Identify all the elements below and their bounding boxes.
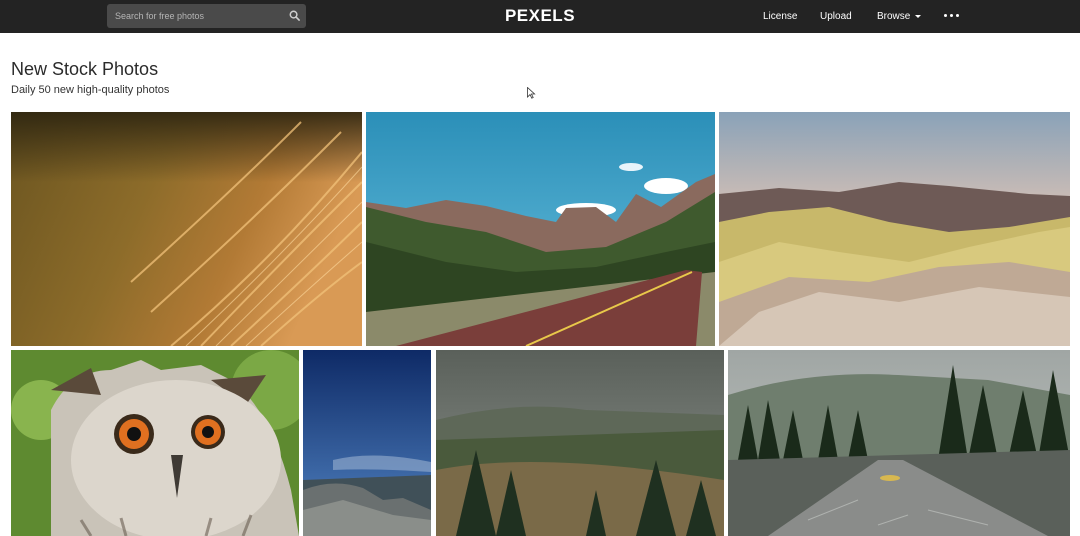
mouse-cursor-icon	[527, 87, 536, 99]
page-title: New Stock Photos	[11, 59, 159, 79]
nav-upload-link[interactable]: Upload	[820, 9, 852, 25]
more-dots-icon[interactable]	[944, 14, 960, 18]
chevron-down-icon	[915, 14, 922, 18]
nav-browse-dropdown[interactable]: Browse	[877, 9, 922, 25]
top-navigation-bar: PEXELS License Upload Browse	[0, 0, 1080, 33]
nav-browse-label: Browse	[877, 11, 911, 22]
nav-license-link[interactable]: License	[763, 9, 797, 25]
photo-evening-sky[interactable]	[303, 350, 431, 536]
wet-road-image	[728, 350, 1070, 536]
golden-grass-image	[11, 112, 362, 346]
photo-badlands[interactable]	[719, 112, 1070, 346]
page-subtitle: Daily 50 new high-quality photos	[11, 84, 170, 96]
photo-misty-forest[interactable]	[436, 350, 724, 536]
photo-golden-grass[interactable]	[11, 112, 362, 346]
photo-canyon-road[interactable]	[366, 112, 715, 346]
pexels-logo[interactable]: PEXELS	[490, 5, 590, 27]
badlands-image	[719, 112, 1070, 346]
evening-sky-image	[303, 350, 431, 536]
canyon-road-image	[366, 112, 715, 346]
search-icon[interactable]	[289, 10, 300, 21]
photo-owl[interactable]	[11, 350, 299, 536]
search-input[interactable]	[107, 4, 282, 28]
misty-forest-image	[436, 350, 724, 536]
owl-image	[11, 350, 299, 536]
photo-wet-road[interactable]	[728, 350, 1070, 536]
search-box	[107, 4, 306, 28]
